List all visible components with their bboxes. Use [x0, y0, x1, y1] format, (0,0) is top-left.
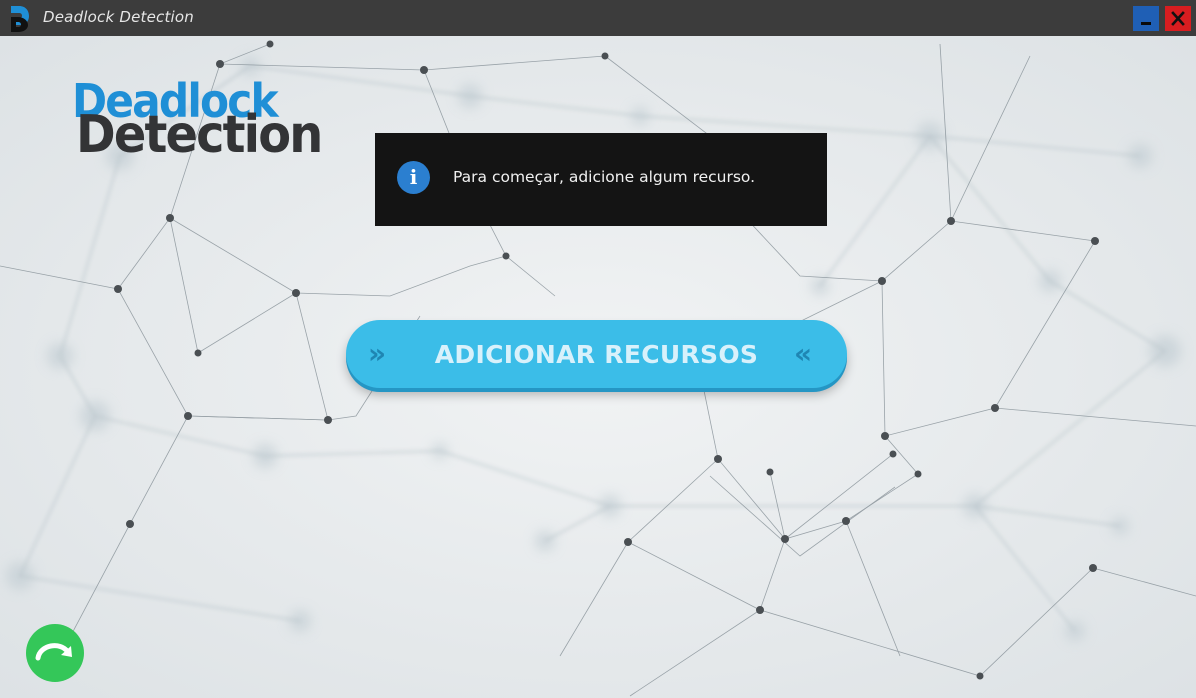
title-bar[interactable]: Deadlock Detection [0, 0, 1196, 36]
minimize-button[interactable] [1133, 6, 1159, 31]
close-button[interactable] [1165, 6, 1191, 31]
double-chevron-left-icon: « [794, 337, 812, 370]
info-message-text: Para começar, adicione algum recurso. [453, 168, 756, 186]
window-title: Deadlock Detection [43, 8, 195, 26]
close-icon [1171, 11, 1185, 26]
next-step-button[interactable] [26, 624, 84, 682]
minimize-icon [1141, 22, 1151, 25]
app-window: Deadlock Detection Deadlock Detection i … [0, 0, 1196, 698]
info-icon: i [397, 161, 430, 194]
main-content: Deadlock Detection i Para começar, adici… [0, 36, 1196, 698]
add-resources-button[interactable]: » ADICIONAR RECURSOS « [346, 320, 847, 388]
arrow-redo-icon [35, 643, 72, 661]
deadlock-d-icon [11, 6, 29, 32]
logo-line-detection: Detection [76, 105, 323, 165]
info-message: i Para começar, adicione algum recurso. [375, 133, 827, 226]
app-logo: Deadlock Detection [64, 78, 364, 173]
add-resources-label: ADICIONAR RECURSOS [434, 340, 759, 369]
